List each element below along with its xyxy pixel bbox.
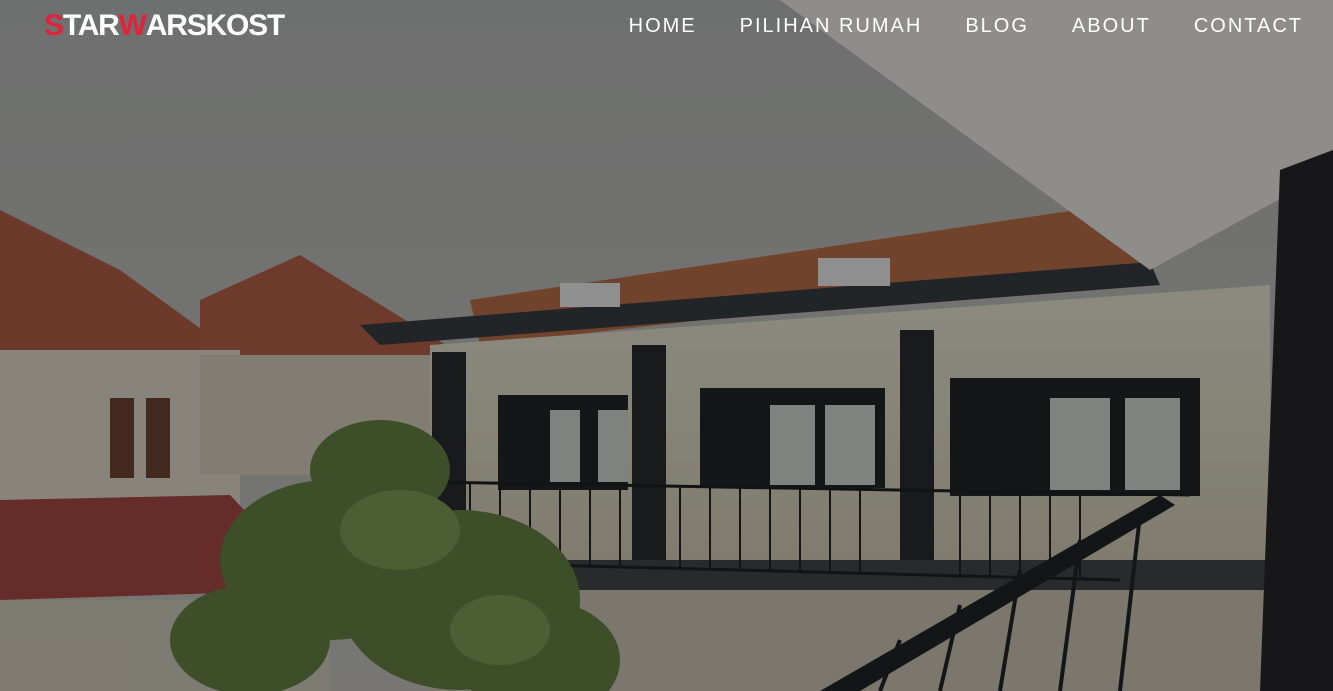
logo-text-arskost: ARSKOST bbox=[145, 9, 285, 42]
logo-letter-w: W bbox=[118, 9, 147, 42]
brand-logo[interactable]: S TAR W ARSKOST bbox=[44, 9, 285, 42]
nav-link-blog[interactable]: BLOG bbox=[965, 15, 1029, 38]
hero-background bbox=[0, 0, 1333, 691]
logo-text-tar: TAR bbox=[62, 9, 120, 42]
nav-link-contact[interactable]: CONTACT bbox=[1194, 15, 1303, 38]
logo-letter-s: S bbox=[44, 9, 64, 42]
main-nav: HOME PILIHAN RUMAH BLOG ABOUT CONTACT bbox=[629, 15, 1303, 38]
nav-link-about[interactable]: ABOUT bbox=[1072, 15, 1151, 38]
nav-link-home[interactable]: HOME bbox=[629, 15, 697, 38]
hero-dark-overlay bbox=[0, 0, 1333, 691]
site-header: S TAR W ARSKOST HOME PILIHAN RUMAH BLOG ABO… bbox=[0, 0, 1333, 52]
nav-link-pilihan-rumah[interactable]: PILIHAN RUMAH bbox=[740, 15, 923, 38]
